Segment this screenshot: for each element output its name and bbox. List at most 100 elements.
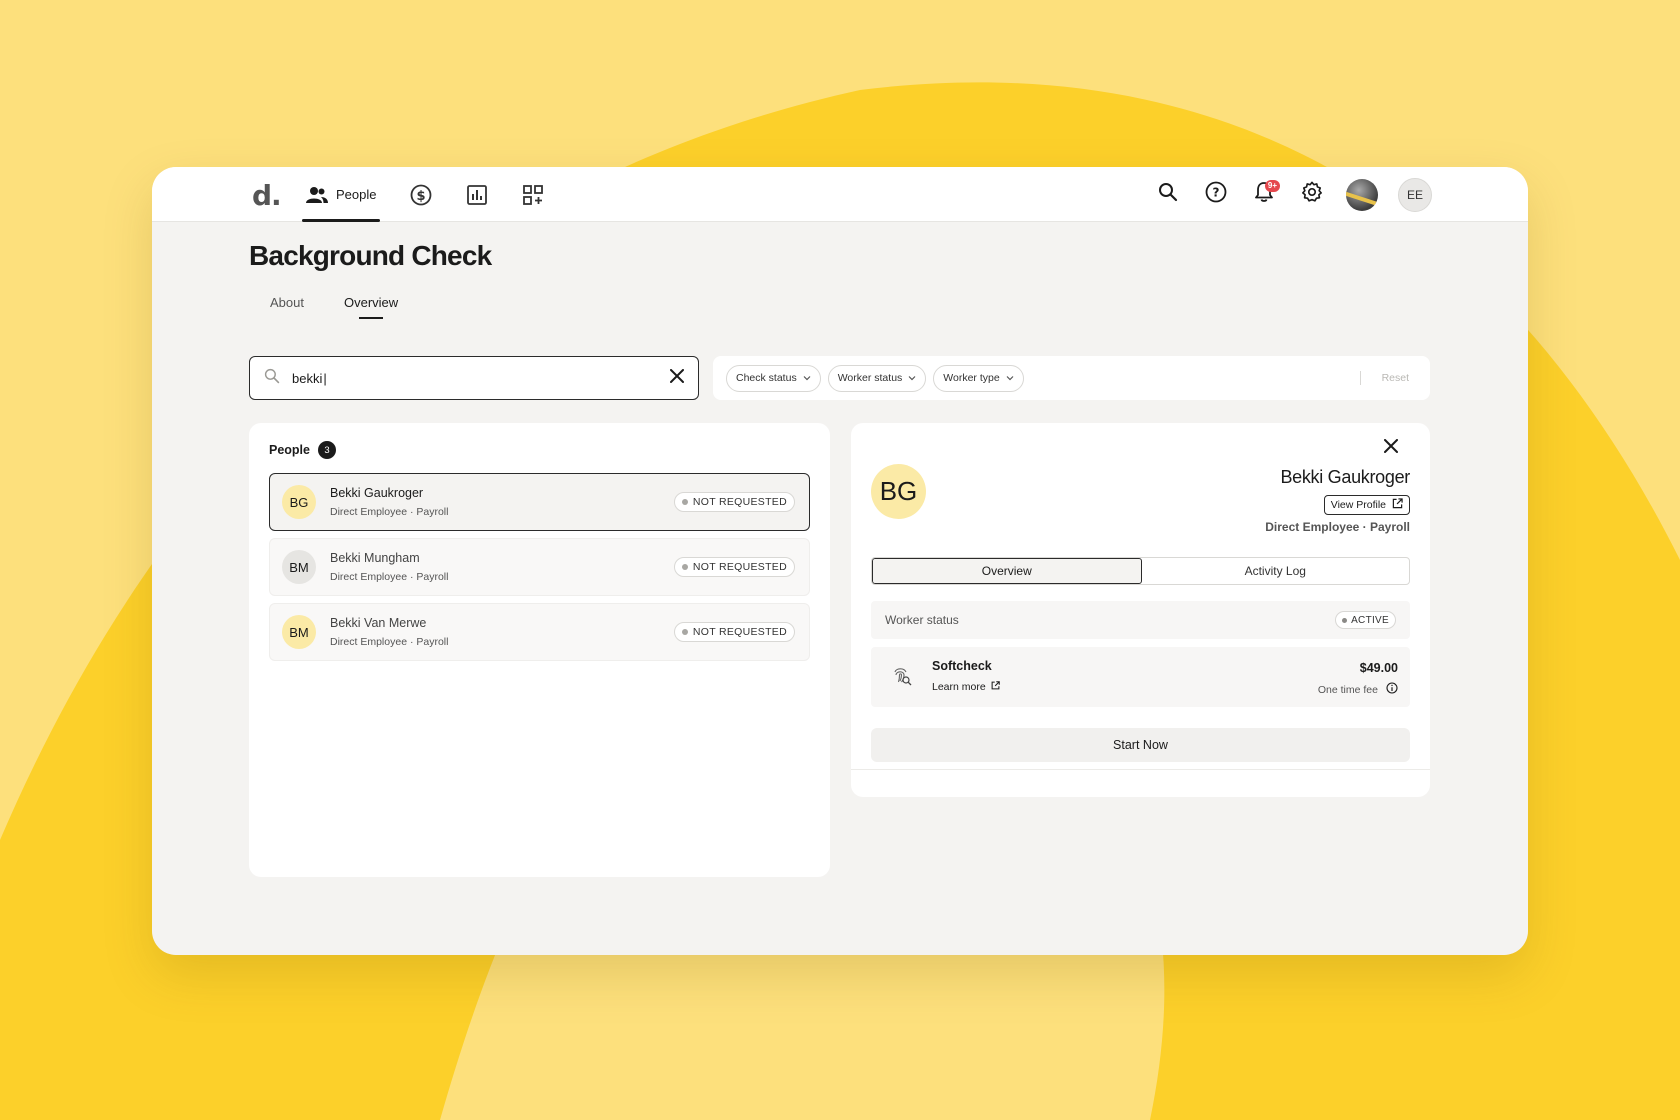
start-now-button[interactable]: Start Now [871, 728, 1410, 762]
chevron-down-icon [803, 372, 811, 384]
search-button[interactable] [1154, 181, 1182, 209]
product-name: Softcheck [932, 659, 992, 673]
filter-label: Worker status [837, 372, 903, 384]
tab-detail-overview[interactable]: Overview [872, 558, 1142, 584]
search-input[interactable]: bekki [292, 371, 658, 386]
chevron-down-icon [908, 372, 916, 384]
avatar: BM [282, 615, 316, 649]
search-icon [264, 368, 280, 389]
product-fee: One time fee [1318, 682, 1398, 697]
gear-icon [1301, 181, 1323, 208]
people-list-title: People [269, 443, 310, 457]
status-label: NOT REQUESTED [692, 496, 787, 508]
help-button[interactable]: ? [1202, 181, 1230, 209]
softcheck-product-card: Softcheck Learn more $49.00 One time fee [871, 647, 1410, 707]
filter-worker-status[interactable]: Worker status [827, 364, 927, 392]
filter-label: Check status [736, 372, 797, 384]
filter-bar: Check status Worker status Worker type R… [713, 356, 1430, 400]
page-tabs: About Overview [249, 285, 418, 319]
people-count-badge: 3 [318, 441, 336, 459]
external-link-icon [1392, 498, 1403, 512]
person-row[interactable]: BG Bekki Gaukroger Direct Employee · Pay… [269, 473, 810, 531]
people-icon [306, 186, 328, 204]
avatar: BM [282, 550, 316, 584]
filter-label: Worker type [943, 372, 1000, 384]
dollar-circle-icon: $ [410, 184, 432, 206]
avatar: BG [871, 464, 926, 519]
user-avatar-photo[interactable] [1346, 178, 1378, 211]
user-avatar-initials[interactable]: EE [1398, 177, 1432, 212]
tab-about[interactable]: About [249, 285, 324, 319]
person-name: Bekki Gaukroger [330, 486, 424, 500]
external-link-icon [991, 681, 1000, 693]
search-field[interactable]: bekki [249, 356, 699, 400]
learn-more-link[interactable]: Learn more [932, 681, 1000, 693]
nav-item-people[interactable]: People [302, 167, 381, 222]
fingerprint-icon [889, 663, 913, 687]
close-detail-button[interactable] [1384, 439, 1400, 455]
nav-label-people: People [336, 187, 377, 202]
person-subtitle: Direct Employee · Payroll [330, 506, 449, 518]
filter-worker-type[interactable]: Worker type [933, 364, 1024, 392]
status-dot-icon [1342, 617, 1348, 623]
app-logo[interactable]: d. [252, 179, 282, 212]
status-badge: NOT REQUESTED [673, 557, 795, 577]
status-badge: NOT REQUESTED [673, 622, 795, 642]
notification-badge: 9+ [1264, 179, 1280, 192]
detail-person-name: Bekki Gaukroger [1280, 467, 1410, 487]
search-icon [1158, 182, 1178, 207]
view-profile-label: View Profile [1330, 499, 1386, 511]
detail-tabs: Overview Activity Log [871, 557, 1410, 585]
person-detail-panel: BG Bekki Gaukroger View Profile Direct E… [851, 423, 1430, 797]
status-label: NOT REQUESTED [692, 626, 787, 638]
tab-activity-log[interactable]: Activity Log [1142, 558, 1410, 584]
status-badge: ACTIVE [1335, 611, 1396, 629]
status-label: NOT REQUESTED [692, 561, 787, 573]
status-dot-icon [681, 564, 688, 570]
chevron-down-icon [1006, 372, 1014, 384]
settings-button[interactable] [1298, 181, 1326, 209]
status-dot-icon [681, 629, 688, 635]
person-info: Bekki Van Merwe Direct Employee · Payrol… [330, 616, 674, 648]
main-nav: People $ [302, 167, 574, 222]
divider [851, 769, 1430, 770]
product-price: $49.00 [1359, 661, 1398, 675]
close-icon [1384, 439, 1398, 453]
nav-item-apps[interactable] [518, 167, 548, 222]
person-info: Bekki Mungham Direct Employee · Payroll [330, 551, 674, 583]
divider [1359, 371, 1361, 385]
person-subtitle: Direct Employee · Payroll [330, 571, 449, 583]
person-name: Bekki Mungham [330, 551, 420, 565]
status-dot-icon [681, 499, 688, 505]
nav-item-payroll[interactable]: $ [406, 167, 436, 222]
person-info: Bekki Gaukroger Direct Employee · Payrol… [330, 486, 674, 518]
detail-person-subtitle: Direct Employee · Payroll [1265, 520, 1410, 534]
svg-text:?: ? [1213, 186, 1220, 200]
learn-more-label: Learn more [932, 681, 986, 693]
worker-status-value: ACTIVE [1351, 614, 1389, 626]
person-row[interactable]: BM Bekki Mungham Direct Employee · Payro… [269, 538, 810, 596]
close-icon [670, 368, 684, 383]
page-title: Background Check [249, 240, 492, 271]
reset-filters-button[interactable]: Reset [1368, 372, 1417, 384]
people-list-header: People 3 [269, 441, 810, 459]
help-icon: ? [1205, 181, 1227, 208]
svg-text:$: $ [417, 189, 426, 204]
clear-search-button[interactable] [670, 368, 684, 388]
apps-grid-icon [522, 184, 544, 206]
person-row[interactable]: BM Bekki Van Merwe Direct Employee · Pay… [269, 603, 810, 661]
person-subtitle: Direct Employee · Payroll [330, 636, 449, 648]
tab-overview[interactable]: Overview [324, 285, 418, 319]
fee-label: One time fee [1317, 683, 1378, 696]
top-right-actions: ? 9+ EE [1154, 167, 1432, 222]
filter-check-status[interactable]: Check status [726, 364, 821, 392]
avatar: BG [282, 485, 316, 519]
app-window: d. People $ ? 9+ EE Background Check Abo… [152, 167, 1528, 955]
notifications-button[interactable]: 9+ [1250, 179, 1280, 209]
info-icon[interactable] [1386, 682, 1398, 697]
bar-chart-icon [466, 184, 488, 206]
status-badge: NOT REQUESTED [673, 492, 795, 512]
view-profile-button[interactable]: View Profile [1323, 495, 1410, 515]
nav-item-reports[interactable] [462, 167, 492, 222]
worker-status-row: Worker status ACTIVE [871, 601, 1410, 639]
